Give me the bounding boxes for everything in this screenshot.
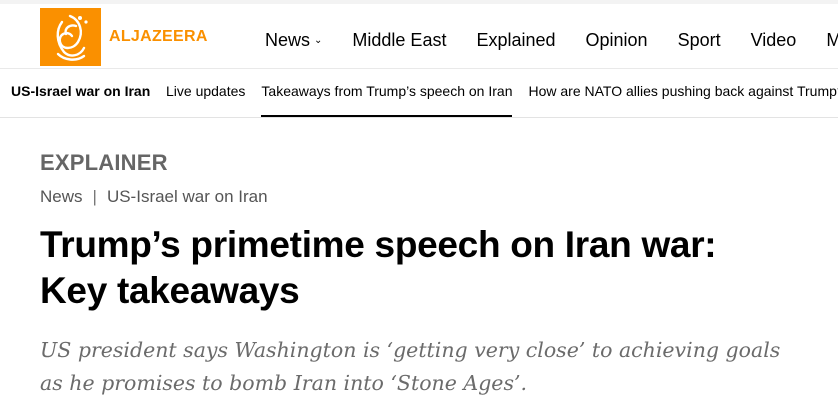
article-headline: Trump’s primetime speech on Iran war: Ke… (40, 222, 820, 314)
standfirst-line-1: US president says Washington is ‘getting… (40, 338, 781, 362)
subnav-link-takeaways[interactable]: Takeaways from Trump’s speech on Iran (261, 83, 513, 117)
nav-item-label: Middle East (352, 29, 447, 50)
nav-item-opinion[interactable]: Opinion (586, 30, 648, 51)
article-standfirst: US president says Washington is ‘getting… (40, 334, 830, 400)
nav-item-label: News (265, 29, 311, 50)
breadcrumb-separator: | (92, 187, 97, 206)
nav-item-more[interactable]: M (826, 30, 838, 51)
breadcrumb-news[interactable]: News (40, 187, 83, 207)
nav-item-label: Sport (677, 29, 721, 50)
nav-item-explained[interactable]: Explained (476, 30, 555, 51)
topic-links: Live updates Takeaways from Trump’s spee… (166, 83, 838, 117)
nav-item-label: Explained (476, 29, 556, 50)
breadcrumb: News | US-Israel war on Iran (40, 187, 268, 207)
headline-line-2: Key takeaways (40, 270, 300, 311)
site-logo[interactable]: ALJAZEERA (40, 8, 208, 66)
headline-line-1: Trump’s primetime speech on Iran war: (40, 224, 717, 265)
article-label: EXPLAINER (40, 150, 168, 175)
al-jazeera-logo-icon (40, 8, 101, 66)
chevron-down-icon: ⌄ (314, 34, 323, 46)
topic-subnav: US-Israel war on Iran Live updates Takea… (0, 68, 838, 118)
nav-item-label: Opinion (585, 29, 648, 50)
breadcrumb-topic[interactable]: US-Israel war on Iran (107, 187, 268, 207)
main-nav: News ⌄ Middle East Explained Opinion Spo… (265, 8, 838, 72)
standfirst-line-2: as he promises to bomb Iran into ‘Stone … (40, 371, 527, 395)
nav-item-label: Video (750, 29, 797, 50)
subnav-link-live-updates[interactable]: Live updates (166, 83, 245, 99)
nav-item-video[interactable]: Video (751, 30, 797, 51)
topic-tag[interactable]: US-Israel war on Iran (11, 83, 150, 99)
site-header: ALJAZEERA News ⌄ Middle East Explained O… (0, 4, 838, 68)
nav-item-middle-east[interactable]: Middle East (352, 30, 446, 51)
nav-item-sport[interactable]: Sport (678, 30, 721, 51)
subnav-link-nato-allies[interactable]: How are NATO allies pushing back against… (528, 83, 838, 99)
nav-item-label: M (826, 29, 838, 50)
nav-item-news[interactable]: News ⌄ (265, 30, 322, 51)
site-logo-text: ALJAZEERA (109, 28, 208, 45)
